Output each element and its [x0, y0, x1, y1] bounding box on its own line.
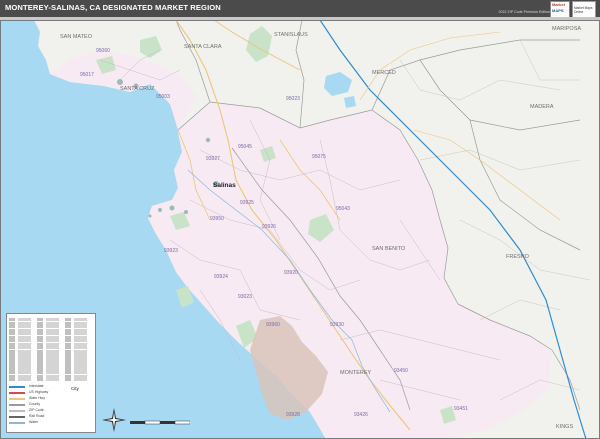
county-label: SANTA CRUZ	[120, 86, 155, 92]
zip-label: 93426	[354, 412, 368, 418]
map-title: MONTEREY-SALINAS, CA DESIGNATED MARKET R…	[5, 3, 221, 12]
zip-label: 93927	[206, 156, 220, 162]
zip-label: 95043	[336, 206, 350, 212]
county-label: SAN BENITO	[372, 246, 406, 252]
edition-label: 2022 ZIP Code Premium Edition	[498, 10, 550, 14]
zip-label: 95003	[156, 94, 170, 100]
badge-logo: Market Maps Online	[572, 1, 596, 18]
county-label: KINGS	[556, 424, 573, 430]
legend-key: Water	[9, 420, 93, 426]
brand-logo: Market MAPS	[550, 1, 570, 18]
zip-label: 93926	[262, 224, 276, 230]
zip-label: 93450	[394, 368, 408, 374]
scale-bar	[130, 420, 191, 427]
title-bar: MONTEREY-SALINAS, CA DESIGNATED MARKET R…	[0, 0, 600, 18]
zip-label: 93928	[286, 412, 300, 418]
legend-box: City Interstate US Highway State Hwy Cou…	[6, 313, 96, 433]
county-label: SAN MATEO	[60, 34, 93, 40]
zip-label: 93451	[454, 406, 468, 412]
county-label: STANISLAUS	[274, 32, 308, 38]
county-label: MADERA	[530, 104, 554, 110]
county-label: SANTA CLARA	[184, 44, 222, 50]
zip-label: 93923	[164, 248, 178, 254]
zip-label: 95045	[238, 144, 252, 150]
badge-text: Market Maps Online	[574, 6, 593, 14]
logo-text-top: Market	[552, 2, 565, 7]
zip-label: 93930	[330, 322, 344, 328]
zip-label: 93924	[214, 274, 228, 280]
scale-bar-graphic	[130, 420, 191, 425]
zip-label: 93960	[266, 322, 280, 328]
zip-label: 93023	[238, 294, 252, 300]
county-label: MONTEREY	[340, 370, 372, 376]
city-label: Salinas	[213, 182, 236, 189]
county-label: MERCED	[372, 70, 396, 76]
county-label: FRESNO	[506, 254, 530, 260]
zip-label: 95060	[96, 48, 110, 54]
logo-text-bottom: MAPS	[552, 8, 564, 13]
zip-label: 93920	[284, 270, 298, 276]
compass-rose-icon	[102, 408, 126, 432]
zip-label: 95075	[312, 154, 326, 160]
zip-label: 93950	[210, 216, 224, 222]
county-label: MARIPOSA	[552, 26, 581, 32]
zip-label: 93925	[240, 200, 254, 206]
zip-label: 95017	[80, 72, 94, 78]
zip-label: 95023	[286, 96, 300, 102]
zip-index-table	[9, 318, 93, 382]
legend-keys: Interstate US Highway State Hwy County Z…	[9, 384, 93, 426]
map-frame: MONTEREY-SALINAS, CA DESIGNATED MARKET R…	[0, 0, 600, 439]
